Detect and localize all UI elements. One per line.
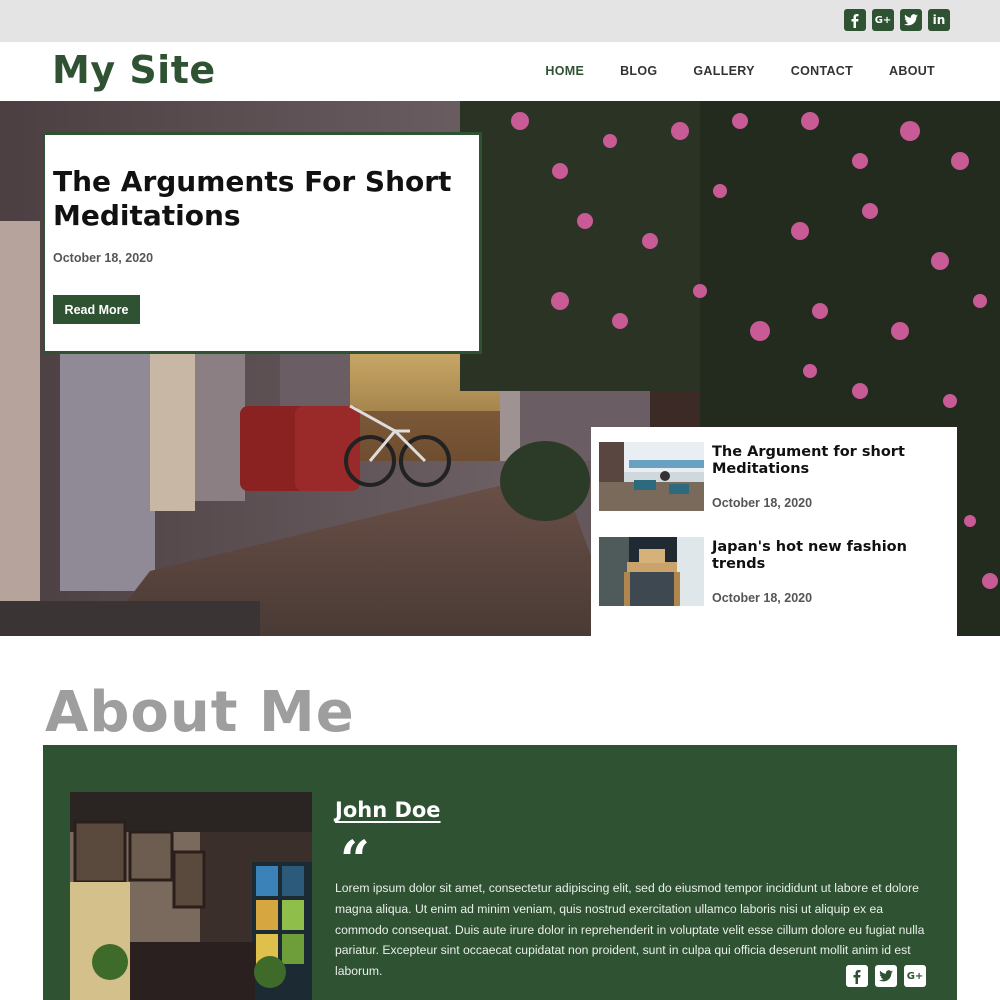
about-bio-text: Lorem ipsum dolor sit amet, consectetur … xyxy=(335,881,925,979)
facebook-icon[interactable] xyxy=(846,965,868,987)
about-photo xyxy=(70,792,312,1000)
nav-blog[interactable]: BLOG xyxy=(620,64,657,78)
featured-post-title[interactable]: The Arguments For Short Meditations xyxy=(53,165,473,233)
featured-post-card: The Arguments For Short Meditations Octo… xyxy=(43,132,482,354)
twitter-icon[interactable] xyxy=(875,965,897,987)
google-plus-glyph: G+ xyxy=(906,970,924,982)
top-social-bar: G+ in xyxy=(0,0,1000,42)
post-thumbnail-image[interactable] xyxy=(599,537,704,606)
post-thumbnail-image[interactable] xyxy=(599,442,704,511)
recent-posts-panel: The Argument for short Meditations Octob… xyxy=(591,427,957,636)
nav-home[interactable]: HOME xyxy=(545,64,584,78)
about-heading: About Me xyxy=(45,680,355,745)
google-plus-glyph: G+ xyxy=(874,14,892,26)
google-plus-icon[interactable]: G+ xyxy=(904,965,926,987)
google-plus-icon[interactable]: G+ xyxy=(872,9,894,31)
top-social-links: G+ in xyxy=(844,9,950,31)
author-name[interactable]: John Doe xyxy=(335,798,441,822)
nav-gallery[interactable]: GALLERY xyxy=(693,64,754,78)
recent-post-item[interactable]: The Argument for short Meditations Octob… xyxy=(599,442,949,514)
site-logo[interactable]: My Site xyxy=(52,48,216,92)
recent-post-item[interactable]: Japan's hot new fashion trends October 1… xyxy=(599,537,949,609)
post-title[interactable]: Japan's hot new fashion trends xyxy=(712,539,942,573)
post-date: October 18, 2020 xyxy=(712,496,813,510)
site-header: My Site HOME BLOG GALLERY CONTACT ABOUT xyxy=(0,42,1000,101)
facebook-icon[interactable] xyxy=(844,9,866,31)
nav-about[interactable]: ABOUT xyxy=(889,64,935,78)
twitter-icon[interactable] xyxy=(900,9,922,31)
post-title[interactable]: The Argument for short Meditations xyxy=(712,444,942,478)
post-date: October 18, 2020 xyxy=(712,591,813,605)
nav-contact[interactable]: CONTACT xyxy=(791,64,853,78)
main-nav: HOME BLOG GALLERY CONTACT ABOUT xyxy=(545,64,935,78)
about-social-links: G+ xyxy=(846,965,926,987)
linkedin-glyph: in xyxy=(932,13,946,27)
about-section: John Doe “ Lorem ipsum dolor sit amet, c… xyxy=(43,745,957,1000)
linkedin-icon[interactable]: in xyxy=(928,9,950,31)
read-more-button[interactable]: Read More xyxy=(53,295,140,324)
featured-post-date: October 18, 2020 xyxy=(53,251,154,265)
